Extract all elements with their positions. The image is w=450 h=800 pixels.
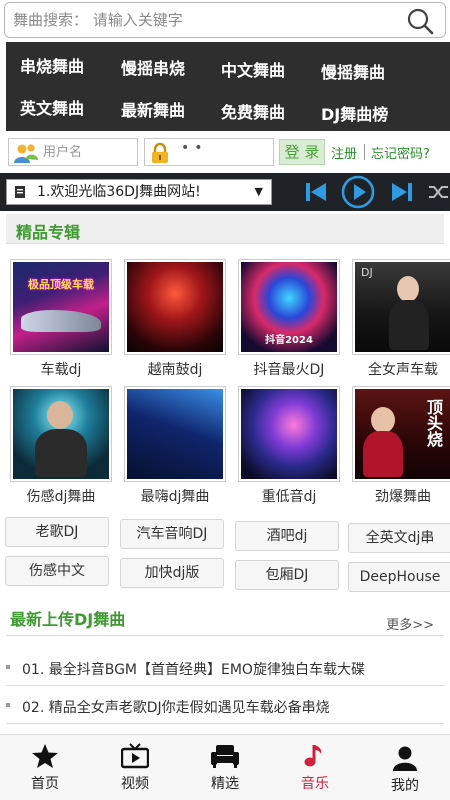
album-name: 伤感dj舞曲 [26, 489, 96, 505]
album-cover: 极品顶级车载 [10, 259, 112, 355]
album-name: 劲爆舞曲 [375, 489, 431, 505]
list-item[interactable]: 02. 精品全女声老歌DJ你走假如遇见车载必备串烧 [6, 690, 444, 724]
tab-featured[interactable]: 精选 [180, 735, 270, 800]
album-card[interactable]: DJ 全女声车载 [350, 259, 450, 378]
tab-label: 首页 [31, 776, 59, 792]
list-item[interactable]: 01. 最全抖音BGM【首首经典】EMO旋律独白车载大碟 [6, 652, 444, 686]
cover-title: 抖音2024 [265, 335, 313, 346]
star-icon [32, 744, 58, 768]
album-name: 全女声车载 [368, 362, 438, 378]
album-card[interactable]: 抖音2024 抖音最火DJ [236, 259, 342, 378]
login-bar: •• 登 录 注册 忘记密码? [0, 136, 450, 168]
lock-icon [152, 142, 168, 163]
album-cover [238, 386, 340, 482]
list-item-title: 02. 精品全女声老歌DJ你走假如遇见车载必备串烧 [22, 700, 330, 716]
album-name: 抖音最火DJ [253, 362, 325, 378]
tab-label: 我的 [391, 778, 419, 794]
playlist-select[interactable]: 1.欢迎光临36DJ舞曲网站! ▼ [6, 179, 272, 205]
tab-profile[interactable]: 我的 [360, 737, 450, 800]
album-card[interactable]: 最嗨dj舞曲 [122, 386, 228, 505]
current-track: 1.欢迎光临36DJ舞曲网站! [37, 184, 201, 200]
forgot-password-link[interactable]: 忘记密码? [371, 143, 430, 162]
previous-track-icon[interactable] [304, 181, 328, 203]
latest-header: 最新上传DJ舞曲 [6, 600, 444, 636]
tag-button[interactable]: 老歌DJ [5, 517, 109, 547]
album-cover [124, 259, 226, 355]
tab-label: 精选 [211, 776, 239, 792]
username-field [8, 138, 138, 166]
latest-title: 最新上传DJ舞曲 [10, 610, 126, 629]
album-name: 车载dj [40, 362, 82, 378]
tab-home[interactable]: 首页 [0, 735, 90, 800]
tag-button[interactable]: 伤感中文 [5, 556, 109, 586]
tag-button[interactable]: 包厢DJ [235, 560, 339, 590]
album-cover: 抖音2024 [238, 259, 340, 355]
search-bar [4, 2, 446, 38]
category-free[interactable]: 免费舞曲 [221, 99, 285, 123]
category-dj-chart[interactable]: DJ舞曲榜 [321, 101, 388, 125]
featured-header: 精品专辑 [6, 214, 444, 244]
category-latest[interactable]: 最新舞曲 [121, 97, 185, 121]
login-button[interactable]: 登 录 [279, 139, 325, 165]
next-track-icon[interactable] [390, 181, 414, 203]
password-input[interactable]: •• [181, 140, 208, 156]
album-name: 重低音dj [261, 489, 317, 505]
album-card[interactable]: 越南鼓dj [122, 259, 228, 378]
sofa-icon [211, 745, 239, 768]
dropdown-arrow-icon: ▼ [254, 185, 263, 198]
search-input[interactable] [13, 7, 393, 33]
cover-title: DJ [361, 266, 373, 279]
bottom-tab-bar: 首页 视频 精选 音乐 我的 [0, 734, 450, 800]
username-input[interactable] [43, 142, 133, 162]
tag-button[interactable]: 全英文dj串 [348, 523, 450, 553]
category-chuanshao[interactable]: 串烧舞曲 [20, 53, 84, 77]
album-card[interactable]: 伤感dj舞曲 [8, 386, 114, 505]
album-name: 越南鼓dj [147, 362, 203, 378]
album-card[interactable]: 顶头烧 劲爆舞曲 [350, 386, 450, 505]
album-cover [10, 386, 112, 482]
search-icon[interactable] [405, 7, 435, 35]
album-cover [124, 386, 226, 482]
more-link[interactable]: 更多>> [386, 614, 434, 633]
cover-title: 顶头烧 [424, 399, 443, 447]
tab-label: 音乐 [301, 776, 329, 792]
category-chinese[interactable]: 中文舞曲 [221, 57, 285, 81]
cover-title: 极品顶级车载 [28, 278, 94, 291]
album-card[interactable]: 极品顶级车载 车载dj [8, 259, 114, 378]
album-cover: DJ [352, 259, 450, 355]
tag-button[interactable]: 酒吧dj [235, 521, 339, 551]
tv-icon [121, 743, 149, 769]
category-manyao-chuanshao[interactable]: 慢摇串烧 [121, 55, 185, 79]
bullet [6, 703, 10, 707]
user-icon [393, 746, 417, 771]
category-nav: 串烧舞曲 慢摇串烧 中文舞曲 慢摇舞曲 英文舞曲 最新舞曲 免费舞曲 DJ舞曲榜 [6, 42, 450, 131]
music-player: 1.欢迎光临36DJ舞曲网站! ▼ [0, 173, 450, 211]
category-manyao[interactable]: 慢摇舞曲 [321, 59, 385, 83]
tag-button[interactable]: 汽车音响DJ [120, 519, 224, 549]
tag-button[interactable]: 加快dj版 [120, 558, 224, 588]
users-icon [14, 144, 38, 163]
shuffle-icon[interactable] [428, 183, 450, 201]
list-item-title: 01. 最全抖音BGM【首首经典】EMO旋律独白车载大碟 [22, 662, 365, 678]
tab-label: 视频 [121, 776, 149, 792]
music-note-icon [304, 745, 322, 767]
album-card[interactable]: 重低音dj [236, 386, 342, 505]
divider [364, 144, 365, 160]
register-link[interactable]: 注册 [331, 143, 357, 162]
play-icon[interactable] [341, 175, 375, 209]
featured-title: 精品专辑 [16, 223, 81, 242]
tag-button[interactable]: DeepHouse [348, 562, 450, 592]
album-cover: 顶头烧 [352, 386, 450, 482]
album-name: 最嗨dj舞曲 [140, 489, 210, 505]
list-icon [15, 186, 25, 198]
tab-music[interactable]: 音乐 [270, 735, 360, 800]
category-english[interactable]: 英文舞曲 [20, 95, 84, 119]
password-field: •• [144, 138, 274, 166]
bullet [6, 665, 10, 669]
tab-video[interactable]: 视频 [90, 735, 180, 800]
